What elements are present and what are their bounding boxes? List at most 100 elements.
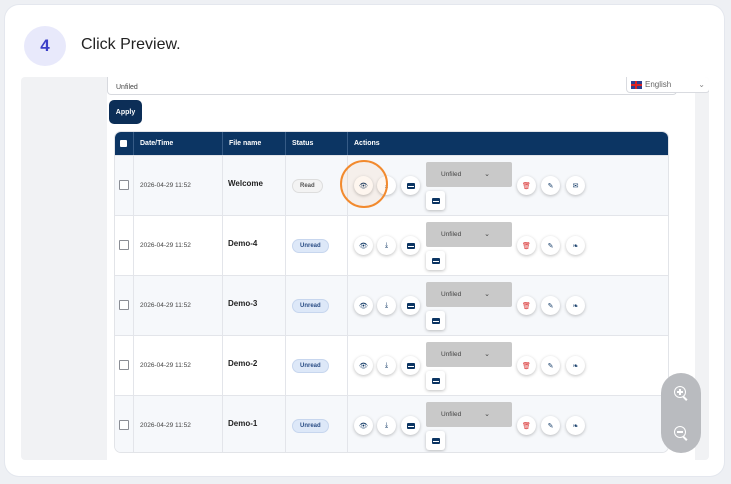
preview-button[interactable]: 👁 (354, 296, 373, 315)
preview-button[interactable]: 👁 (354, 356, 373, 375)
folder-dropdown-value: Unfiled (441, 411, 462, 418)
envelope-open-icon: ✉ (572, 182, 579, 190)
delete-button[interactable]: 🗑 (517, 296, 536, 315)
email-button[interactable] (401, 176, 420, 195)
folder-dropdown-value: Unfiled (441, 171, 462, 178)
pencil-icon: ✎ (547, 242, 554, 250)
eye-icon: 👁 (359, 242, 368, 250)
folder-dropdown[interactable]: Unfiled ⌄ (426, 282, 512, 307)
mail-icon (406, 362, 415, 369)
status-badge: Unread (292, 239, 329, 253)
edit-button[interactable]: ✎ (541, 356, 560, 375)
row-datetime: 2026-04-29 11:52 (140, 182, 191, 189)
download-button[interactable]: ⤓ (377, 356, 396, 375)
trash-icon: 🗑 (522, 302, 531, 310)
select-all-checkbox[interactable] (120, 140, 127, 147)
language-select[interactable]: English ⌄ (626, 77, 709, 93)
preview-button[interactable]: 👁 (354, 416, 373, 435)
share-button[interactable]: ❧ (566, 416, 585, 435)
share-button[interactable]: ❧ (566, 236, 585, 255)
chevron-down-icon: ⌄ (484, 291, 490, 298)
app-content: Unfiled English ⌄ Apply Date/Time File n… (107, 77, 709, 460)
email-open-button[interactable]: ✉ (566, 176, 585, 195)
move-folder-button[interactable] (426, 251, 445, 270)
table-row: 2026-04-29 11:52 Demo-4 Unread 👁 ⤓ Unfil… (115, 215, 668, 276)
move-folder-button[interactable] (426, 431, 445, 450)
header-status: Status (285, 132, 347, 155)
chevron-down-icon: ⌄ (484, 411, 490, 418)
delete-button[interactable]: 🗑 (517, 236, 536, 255)
delete-button[interactable]: 🗑 (517, 416, 536, 435)
row-datetime: 2026-04-29 11:52 (140, 362, 191, 369)
row-checkbox[interactable] (119, 240, 129, 250)
mail-icon (406, 182, 415, 189)
share-button[interactable]: ❧ (566, 356, 585, 375)
row-checkbox[interactable] (119, 420, 129, 430)
step-instruction: Click Preview. (81, 36, 181, 53)
move-folder-button[interactable] (426, 191, 445, 210)
email-button[interactable] (401, 416, 420, 435)
zoom-in-icon[interactable] (673, 385, 689, 401)
edit-button[interactable]: ✎ (541, 296, 560, 315)
move-folder-button[interactable] (426, 311, 445, 330)
status-badge: Unread (292, 359, 329, 373)
envelope-open-icon (431, 377, 440, 384)
eye-icon: 👁 (359, 362, 368, 370)
email-button[interactable] (401, 356, 420, 375)
email-button[interactable] (401, 296, 420, 315)
download-button[interactable]: ⤓ (377, 236, 396, 255)
folder-dropdown[interactable]: Unfiled ⌄ (426, 222, 512, 247)
download-button[interactable]: ⤓ (377, 416, 396, 435)
pencil-icon: ✎ (547, 362, 554, 370)
download-button[interactable]: ⤓ (377, 296, 396, 315)
delete-button[interactable]: 🗑 (517, 176, 536, 195)
documents-table: Date/Time File name Status Actions 2026-… (115, 132, 668, 452)
delete-button[interactable]: 🗑 (517, 356, 536, 375)
leaf-icon: ❧ (572, 422, 579, 430)
folder-dropdown-value: Unfiled (441, 291, 462, 298)
apply-button[interactable]: Apply (109, 100, 142, 124)
envelope-open-icon (431, 437, 440, 444)
row-checkbox[interactable] (119, 180, 129, 190)
row-checkbox[interactable] (119, 360, 129, 370)
share-button[interactable]: ❧ (566, 296, 585, 315)
row-datetime: 2026-04-29 11:52 (140, 302, 191, 309)
row-filename: Demo-4 (228, 239, 258, 248)
mail-icon (406, 422, 415, 429)
zoom-out-icon[interactable] (673, 425, 689, 441)
uk-flag-icon (631, 80, 642, 89)
table-header: Date/Time File name Status Actions (115, 132, 668, 155)
table-row: 2026-04-29 11:52 Demo-1 Unread 👁 ⤓ Unfil… (115, 395, 668, 452)
download-icon: ⤓ (384, 361, 389, 369)
table-row: 2026-04-29 11:52 Demo-2 Unread 👁 ⤓ Unfil… (115, 335, 668, 396)
header-datetime: Date/Time (133, 132, 222, 155)
folder-dropdown[interactable]: Unfiled ⌄ (426, 402, 512, 427)
email-button[interactable] (401, 236, 420, 255)
status-badge: Read (292, 179, 323, 193)
chevron-down-icon: ⌄ (484, 171, 490, 178)
edit-button[interactable]: ✎ (541, 236, 560, 255)
envelope-open-icon (431, 197, 440, 204)
screenshot-panel: Unfiled English ⌄ Apply Date/Time File n… (21, 77, 709, 460)
folder-filter-field[interactable]: Unfiled (107, 77, 677, 95)
pencil-icon: ✎ (547, 422, 554, 430)
chevron-down-icon: ⌄ (698, 80, 705, 89)
row-filename: Demo-1 (228, 419, 258, 428)
leaf-icon: ❧ (572, 242, 579, 250)
folder-dropdown[interactable]: Unfiled ⌄ (426, 342, 512, 367)
language-label: English (645, 80, 672, 89)
edit-button[interactable]: ✎ (541, 176, 560, 195)
row-datetime: 2026-04-29 11:52 (140, 422, 191, 429)
move-folder-button[interactable] (426, 371, 445, 390)
preview-button[interactable]: 👁 (354, 236, 373, 255)
download-icon: ⤓ (384, 301, 389, 309)
folder-dropdown[interactable]: Unfiled ⌄ (426, 162, 512, 187)
header-actions: Actions (347, 132, 668, 155)
step-number: 4 (24, 26, 66, 66)
edit-button[interactable]: ✎ (541, 416, 560, 435)
trash-icon: 🗑 (522, 242, 531, 250)
leaf-icon: ❧ (572, 362, 579, 370)
row-checkbox[interactable] (119, 300, 129, 310)
eye-icon: 👁 (359, 302, 368, 310)
mail-icon (406, 242, 415, 249)
